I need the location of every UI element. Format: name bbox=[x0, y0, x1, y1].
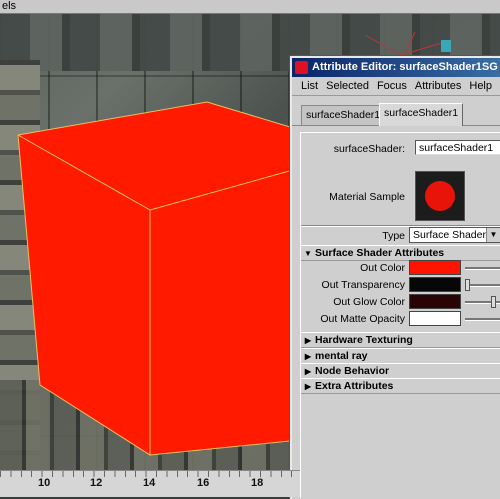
attribute-editor-window[interactable]: Attribute Editor: surfaceShader1SG List … bbox=[290, 56, 500, 499]
node-tabs: surfaceShader1SG surfaceShader1 bbox=[292, 101, 500, 126]
menu-bar: List Selected Focus Attributes Help bbox=[292, 77, 500, 96]
expanded-triangle-icon: ▼ bbox=[304, 249, 312, 258]
out-matte-opacity-slider[interactable] bbox=[465, 318, 500, 321]
collapsed-triangle-icon: ▶ bbox=[304, 336, 312, 345]
material-sample-sphere-icon bbox=[425, 181, 455, 211]
out-matte-opacity-label: Out Matte Opacity bbox=[320, 313, 405, 325]
viewport-panel-menu[interactable]: els bbox=[0, 0, 500, 14]
ruler-tick-label: 12 bbox=[90, 477, 103, 489]
menu-selected[interactable]: Selected bbox=[326, 77, 369, 95]
section-title: mental ray bbox=[315, 350, 368, 362]
node-name-field[interactable]: surfaceShader1 bbox=[415, 140, 500, 155]
section-hardware-texturing[interactable]: ▶ Hardware Texturing bbox=[301, 332, 500, 348]
type-dropdown[interactable]: Surface Shader ▼ bbox=[409, 227, 500, 243]
menu-focus[interactable]: Focus bbox=[377, 77, 407, 95]
out-transparency-slider[interactable] bbox=[465, 284, 500, 287]
section-mental-ray[interactable]: ▶ mental ray bbox=[301, 348, 500, 364]
section-title: Hardware Texturing bbox=[315, 334, 413, 346]
panel-menu-label[interactable]: els bbox=[2, 0, 16, 12]
tab-surfaceshader1[interactable]: surfaceShader1 bbox=[379, 103, 464, 126]
out-glow-color-label: Out Glow Color bbox=[333, 296, 405, 308]
node-name-label: surfaceShader: bbox=[333, 143, 405, 155]
type-dropdown-value: Surface Shader bbox=[413, 229, 486, 241]
section-surface-shader-attributes[interactable]: ▼ Surface Shader Attributes bbox=[301, 245, 500, 261]
collapsed-triangle-icon: ▶ bbox=[304, 352, 312, 361]
out-color-slider[interactable] bbox=[465, 267, 500, 270]
material-sample-swatch[interactable] bbox=[415, 171, 465, 221]
window-title: Attribute Editor: surfaceShader1SG bbox=[312, 61, 498, 73]
section-title: Extra Attributes bbox=[315, 380, 394, 392]
menu-help[interactable]: Help bbox=[469, 77, 492, 95]
slider-handle[interactable] bbox=[465, 279, 470, 291]
time-slider-ruler[interactable]: 10 12 14 16 18 bbox=[0, 470, 300, 497]
material-sample-label: Material Sample bbox=[329, 191, 405, 203]
section-node-behavior[interactable]: ▶ Node Behavior bbox=[301, 363, 500, 379]
out-transparency-label: Out Transparency bbox=[321, 279, 405, 291]
app-window-icon bbox=[295, 61, 308, 74]
out-matte-opacity-swatch[interactable] bbox=[409, 311, 461, 326]
section-extra-attributes[interactable]: ▶ Extra Attributes bbox=[301, 378, 500, 394]
ruler-tick-label: 14 bbox=[143, 477, 156, 489]
collapsed-triangle-icon: ▶ bbox=[304, 367, 312, 376]
out-glow-color-swatch[interactable] bbox=[409, 294, 461, 309]
ruler-tick-label: 18 bbox=[251, 477, 264, 489]
out-color-swatch[interactable] bbox=[409, 260, 461, 275]
chevron-down-icon: ▼ bbox=[486, 228, 500, 242]
menu-list[interactable]: List bbox=[301, 77, 318, 95]
ruler-tick-label: 10 bbox=[38, 477, 51, 489]
out-color-label: Out Color bbox=[360, 262, 405, 274]
ruler-tick-label: 16 bbox=[197, 477, 210, 489]
attribute-panel: surfaceShader: surfaceShader1 Material S… bbox=[300, 132, 500, 498]
collapsed-triangle-icon: ▶ bbox=[304, 382, 312, 391]
out-transparency-swatch[interactable] bbox=[409, 277, 461, 292]
red-cube-mesh[interactable] bbox=[0, 0, 300, 470]
window-title-bar[interactable]: Attribute Editor: surfaceShader1SG bbox=[292, 58, 500, 77]
menu-attributes[interactable]: Attributes bbox=[415, 77, 461, 95]
section-title: Surface Shader Attributes bbox=[315, 247, 445, 259]
section-title: Node Behavior bbox=[315, 365, 390, 377]
type-label: Type bbox=[382, 230, 405, 242]
slider-handle[interactable] bbox=[491, 296, 496, 308]
